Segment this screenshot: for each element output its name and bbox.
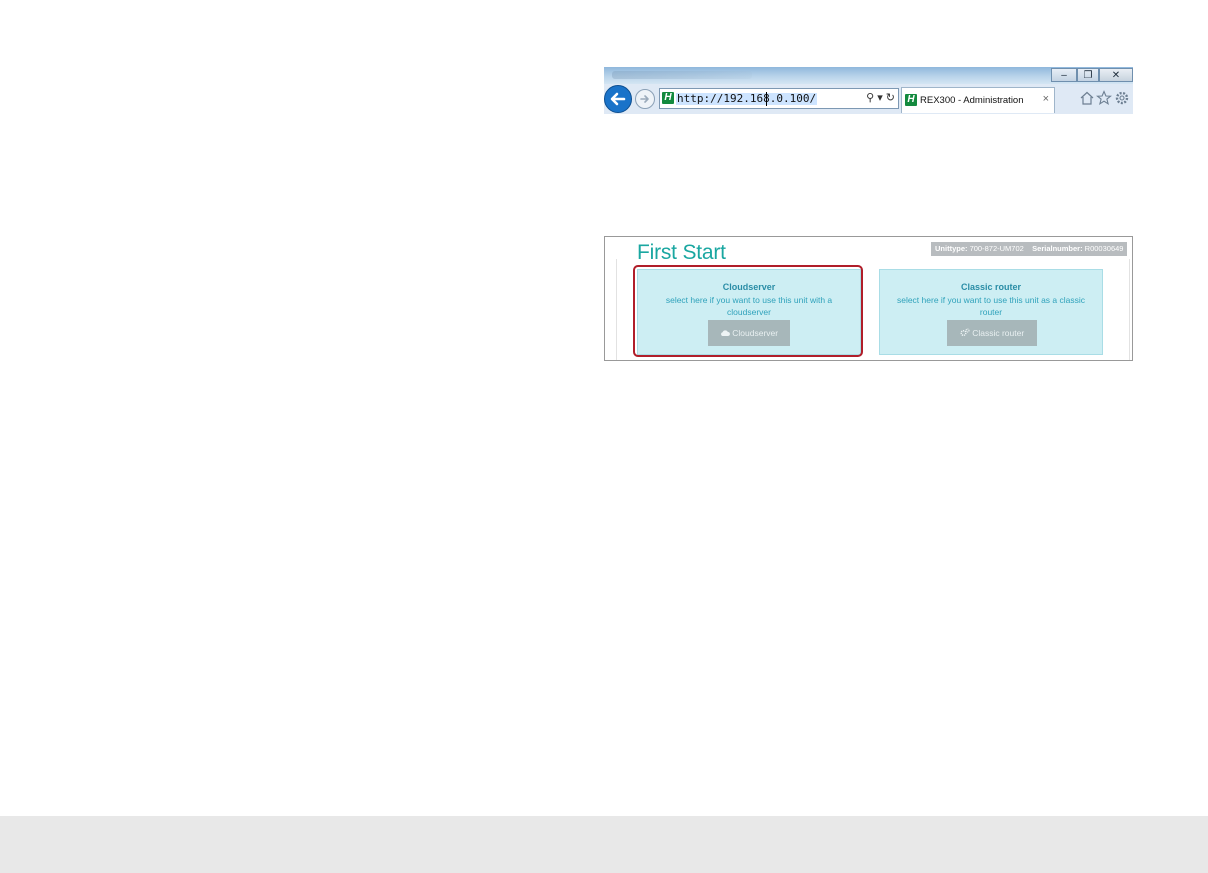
url-text[interactable]: http://192.168.0.100/ [676, 93, 818, 105]
serialnumber-value: R00030649 [1084, 244, 1124, 253]
site-logo-icon: H [662, 92, 674, 104]
tab-close-icon[interactable]: × [1043, 93, 1049, 105]
home-icon [1080, 91, 1094, 105]
card-description: select here if you want to use this unit… [896, 295, 1086, 317]
back-arrow-icon [610, 92, 626, 106]
highlight-frame [633, 265, 863, 357]
address-bar[interactable]: H http://192.168.0.100/ ⚲ ▾ ↻ [659, 88, 899, 109]
classic-router-button[interactable]: Classic router [947, 320, 1037, 346]
title-bar: – ❐ ✕ [604, 67, 1133, 84]
blurred-window-title [612, 71, 752, 79]
card-title: Classic router [960, 282, 1022, 292]
navigation-bar: H http://192.168.0.100/ ⚲ ▾ ↻ H REX300 -… [604, 84, 1133, 114]
unittype-label: Unittype: [935, 244, 968, 253]
tools-button[interactable] [1113, 89, 1131, 107]
gears-icon [960, 328, 970, 336]
forward-arrow-icon [640, 95, 649, 103]
search-refresh-icons[interactable]: ⚲ ▾ ↻ [866, 91, 895, 104]
forward-button[interactable] [635, 89, 655, 109]
classic-router-button-label: Classic router [972, 328, 1025, 338]
text-caret [766, 92, 767, 106]
close-window-button[interactable]: ✕ [1099, 68, 1133, 82]
unittype-value: 700-872-UM702 [969, 244, 1024, 253]
restore-button[interactable]: ❐ [1077, 68, 1099, 82]
favorites-button[interactable] [1095, 89, 1113, 107]
serialnumber-label: Serialnumber: [1032, 244, 1083, 253]
tab-title: REX300 - Administration [920, 95, 1024, 106]
footer-band [0, 816, 1208, 873]
home-button[interactable] [1078, 89, 1096, 107]
favorites-star-icon [1096, 90, 1112, 106]
settings-gear-icon [1115, 91, 1129, 105]
back-button[interactable] [604, 85, 632, 113]
minimize-button[interactable]: – [1051, 68, 1077, 82]
browser-window: – ❐ ✕ H http://192.168.0.100/ ⚲ ▾ ↻ H RE… [604, 67, 1133, 114]
tab-favicon-icon: H [905, 94, 917, 106]
classic-router-card[interactable]: Classic router select here if you want t… [879, 269, 1103, 355]
tab-rex300-administration[interactable]: H REX300 - Administration × [901, 87, 1055, 113]
unit-info-badge: Unittype: 700-872-UM702 Serialnumber: R0… [931, 242, 1128, 256]
